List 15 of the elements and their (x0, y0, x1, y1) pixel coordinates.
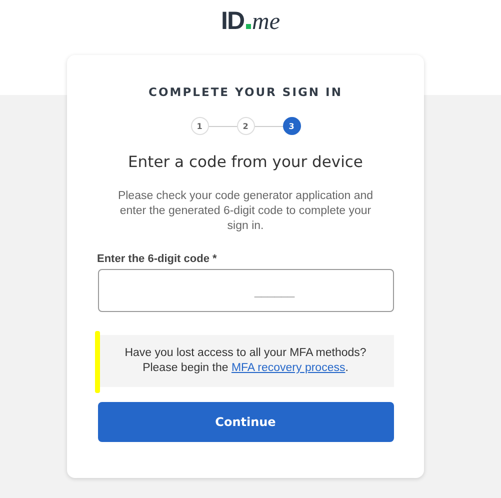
code-input-field[interactable]: ______ (98, 269, 394, 312)
card-heading: COMPLETE YOUR SIGN IN (148, 85, 342, 99)
logo: ID me (221, 6, 280, 37)
step-indicator: 3 (282, 117, 300, 135)
recovery-link[interactable]: MFA recovery process (231, 361, 346, 376)
card-title: Enter a code from your device (128, 153, 363, 171)
notice-text: Please begin the (142, 361, 228, 376)
instructions-text: Please check your code generator application and enter the generated 6-digit code to complete your sign in. (116, 189, 374, 234)
step-indicator: 2 (236, 117, 254, 135)
highlight-mark (94, 331, 100, 393)
field-label: Enter the 6-digit code * (97, 253, 217, 265)
period-text: . (345, 361, 348, 376)
continue-button[interactable]: Continue (98, 402, 394, 442)
notice-text: Have you lost access to all your MFA methods? (124, 346, 366, 361)
step-indicator: 1 (190, 117, 208, 135)
